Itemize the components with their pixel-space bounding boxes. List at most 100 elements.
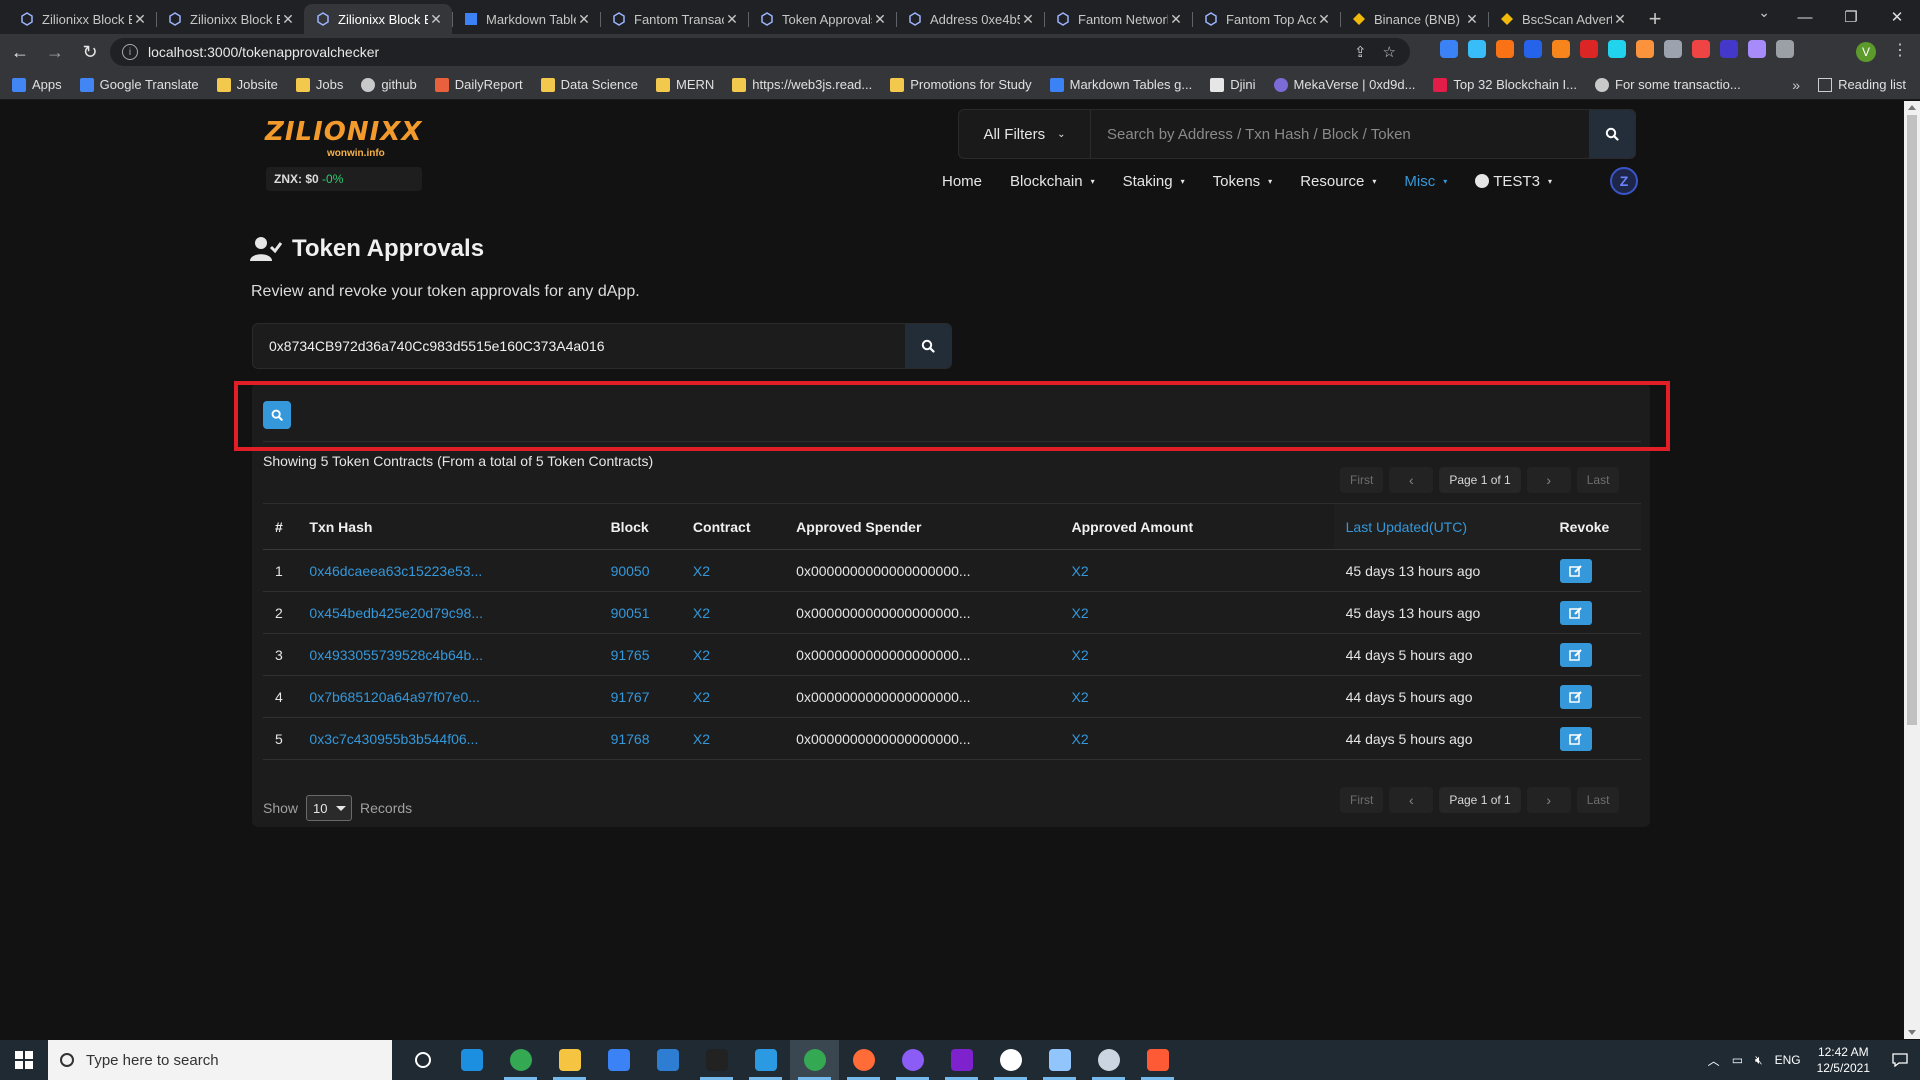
last-page-button[interactable]: Last xyxy=(1576,467,1620,493)
edge-taskbar-button[interactable] xyxy=(447,1040,496,1080)
bookmark-item[interactable]: MERN xyxy=(656,77,714,92)
contract-link[interactable]: X2 xyxy=(693,647,710,663)
bookmark-item[interactable]: Top 32 Blockchain I... xyxy=(1433,77,1577,92)
last-page-button[interactable]: Last xyxy=(1576,787,1620,813)
sublime-taskbar-button[interactable] xyxy=(1133,1040,1182,1080)
page-scrollbar[interactable] xyxy=(1904,101,1920,1039)
block-link[interactable]: 91765 xyxy=(611,647,650,663)
extension-icon[interactable] xyxy=(1608,40,1626,58)
back-button[interactable]: ← xyxy=(5,37,35,67)
extension-icon[interactable] xyxy=(1748,40,1766,58)
tray-overflow-icon[interactable]: ︿ xyxy=(1708,1052,1720,1069)
contract-link[interactable]: X2 xyxy=(693,605,710,621)
scroll-up-arrow[interactable] xyxy=(1908,105,1916,110)
contract-link[interactable]: X2 xyxy=(693,689,710,705)
bookmark-item[interactable]: DailyReport xyxy=(434,77,523,92)
revoke-button[interactable] xyxy=(1559,600,1592,625)
tab-close-icon[interactable]: ✕ xyxy=(1612,11,1628,28)
mongodb-compass-taskbar-button[interactable] xyxy=(986,1040,1035,1080)
tab-close-icon[interactable]: ✕ xyxy=(428,11,444,28)
block-link[interactable]: 90051 xyxy=(611,605,650,621)
bookmark-item[interactable]: Jobsite xyxy=(216,77,278,92)
nav-item-resource[interactable]: Resource ▾ xyxy=(1300,173,1376,190)
forward-button[interactable]: → xyxy=(40,37,70,67)
chrome-active-taskbar-button[interactable] xyxy=(790,1040,839,1080)
revoke-button[interactable] xyxy=(1559,642,1592,667)
cortana-taskbar-button[interactable] xyxy=(398,1040,447,1080)
block-link[interactable]: 91767 xyxy=(611,689,650,705)
browser-tab[interactable]: Zilionixx Block E ✕ xyxy=(156,4,304,34)
notification-center-button[interactable] xyxy=(1880,1040,1920,1080)
filter-dropdown[interactable]: All Filters ⌄ xyxy=(959,110,1091,158)
first-page-button[interactable]: First xyxy=(1340,787,1384,813)
tab-search-icon[interactable]: ⌄ xyxy=(1758,4,1770,21)
tab-close-icon[interactable]: ✕ xyxy=(280,11,296,28)
volume-muted-icon[interactable]: 🔇︎ xyxy=(1755,1053,1763,1068)
browser-tab[interactable]: BscScan Adverti ✕ xyxy=(1488,4,1636,34)
tab-close-icon[interactable]: ✕ xyxy=(872,11,888,28)
prev-page-button[interactable]: ‹ xyxy=(1389,787,1434,813)
browser-tab[interactable]: Address 0xe4b5 ✕ xyxy=(896,4,1044,34)
minimize-button[interactable]: — xyxy=(1782,0,1828,34)
nav-item-misc[interactable]: Misc ▾ xyxy=(1404,173,1447,190)
bookmark-item[interactable]: github xyxy=(361,77,417,92)
maximize-button[interactable]: ❐ xyxy=(1828,0,1874,34)
browser-tab[interactable]: Zilionixx Block E ✕ xyxy=(8,4,156,34)
approved-amount-link[interactable]: X2 xyxy=(1072,605,1089,621)
network-badge[interactable]: Z xyxy=(1610,167,1638,195)
block-link[interactable]: 90050 xyxy=(611,563,650,579)
close-window-button[interactable]: ✕ xyxy=(1874,0,1920,34)
bookmark-item[interactable]: Promotions for Study xyxy=(890,77,1032,92)
extension-icon[interactable] xyxy=(1720,40,1738,58)
txn-hash-link[interactable]: 0x4933055739528c4b64b... xyxy=(309,647,483,663)
notepad-taskbar-button[interactable] xyxy=(1035,1040,1084,1080)
browser-tab[interactable]: Fantom Top Acc ✕ xyxy=(1192,4,1340,34)
browser-tab[interactable]: Fantom Transacti✕ xyxy=(600,4,748,34)
tab-close-icon[interactable]: ✕ xyxy=(1464,11,1480,28)
bookmark-item[interactable]: Apps xyxy=(12,77,62,92)
language-indicator[interactable]: ENG xyxy=(1775,1053,1801,1067)
nav-item-home[interactable]: Home xyxy=(942,173,982,190)
approved-amount-link[interactable]: X2 xyxy=(1072,647,1089,663)
bookmarks-overflow-icon[interactable]: » xyxy=(1792,77,1800,93)
global-search-input[interactable] xyxy=(1091,110,1589,158)
column-header[interactable]: Last Updated(UTC) xyxy=(1333,503,1548,550)
tab-close-icon[interactable]: ✕ xyxy=(1020,11,1036,28)
chrome-taskbar-button[interactable] xyxy=(496,1040,545,1080)
bookmark-item[interactable]: Jobs xyxy=(295,77,343,92)
nav-item-staking[interactable]: Staking ▾ xyxy=(1123,173,1185,190)
revoke-button[interactable] xyxy=(1559,684,1592,709)
extensions-puzzle-icon[interactable] xyxy=(1776,40,1794,58)
extension-icon[interactable] xyxy=(1636,40,1654,58)
vscode-taskbar-button[interactable] xyxy=(741,1040,790,1080)
tab-close-icon[interactable]: ✕ xyxy=(1316,11,1332,28)
bookmark-item[interactable]: Data Science xyxy=(540,77,638,92)
address-input[interactable] xyxy=(253,324,905,368)
next-page-button[interactable]: › xyxy=(1526,787,1571,813)
visual-studio-taskbar-button[interactable] xyxy=(937,1040,986,1080)
file-explorer-taskbar-button[interactable] xyxy=(545,1040,594,1080)
bookmark-item[interactable]: Djini xyxy=(1210,77,1256,92)
start-button[interactable] xyxy=(0,1040,48,1080)
bookmark-item[interactable]: Google Translate xyxy=(79,77,199,92)
revoke-button[interactable] xyxy=(1559,558,1592,583)
txn-hash-link[interactable]: 0x7b685120a64a97f07e0... xyxy=(309,689,480,705)
extension-icon[interactable] xyxy=(1496,40,1514,58)
browser-tab[interactable]: Markdown Table ✕ xyxy=(452,4,600,34)
reading-list-button[interactable]: Reading list xyxy=(1818,77,1906,92)
browser-tab[interactable]: Fantom Network ✕ xyxy=(1044,4,1192,34)
nav-item-blockchain[interactable]: Blockchain ▾ xyxy=(1010,173,1095,190)
scrollbar-thumb[interactable] xyxy=(1907,115,1917,725)
bookmark-star-icon[interactable]: ☆ xyxy=(1383,43,1396,61)
bookmark-item[interactable]: https://web3js.read... xyxy=(732,77,872,92)
new-tab-button[interactable]: + xyxy=(1640,4,1670,34)
browser-tab[interactable]: Zilionixx Block E ✕ xyxy=(304,4,452,34)
extension-icon[interactable] xyxy=(1524,40,1542,58)
scroll-down-arrow[interactable] xyxy=(1908,1030,1916,1035)
extension-icon[interactable] xyxy=(1440,40,1458,58)
browser-menu-icon[interactable]: ⋮ xyxy=(1892,40,1908,60)
tab-close-icon[interactable]: ✕ xyxy=(132,11,148,28)
browser-tab[interactable]: Binance (BNB) E ✕ xyxy=(1340,4,1488,34)
approved-amount-link[interactable]: X2 xyxy=(1072,689,1089,705)
txn-hash-link[interactable]: 0x454bedb425e20d79c98... xyxy=(309,605,483,621)
